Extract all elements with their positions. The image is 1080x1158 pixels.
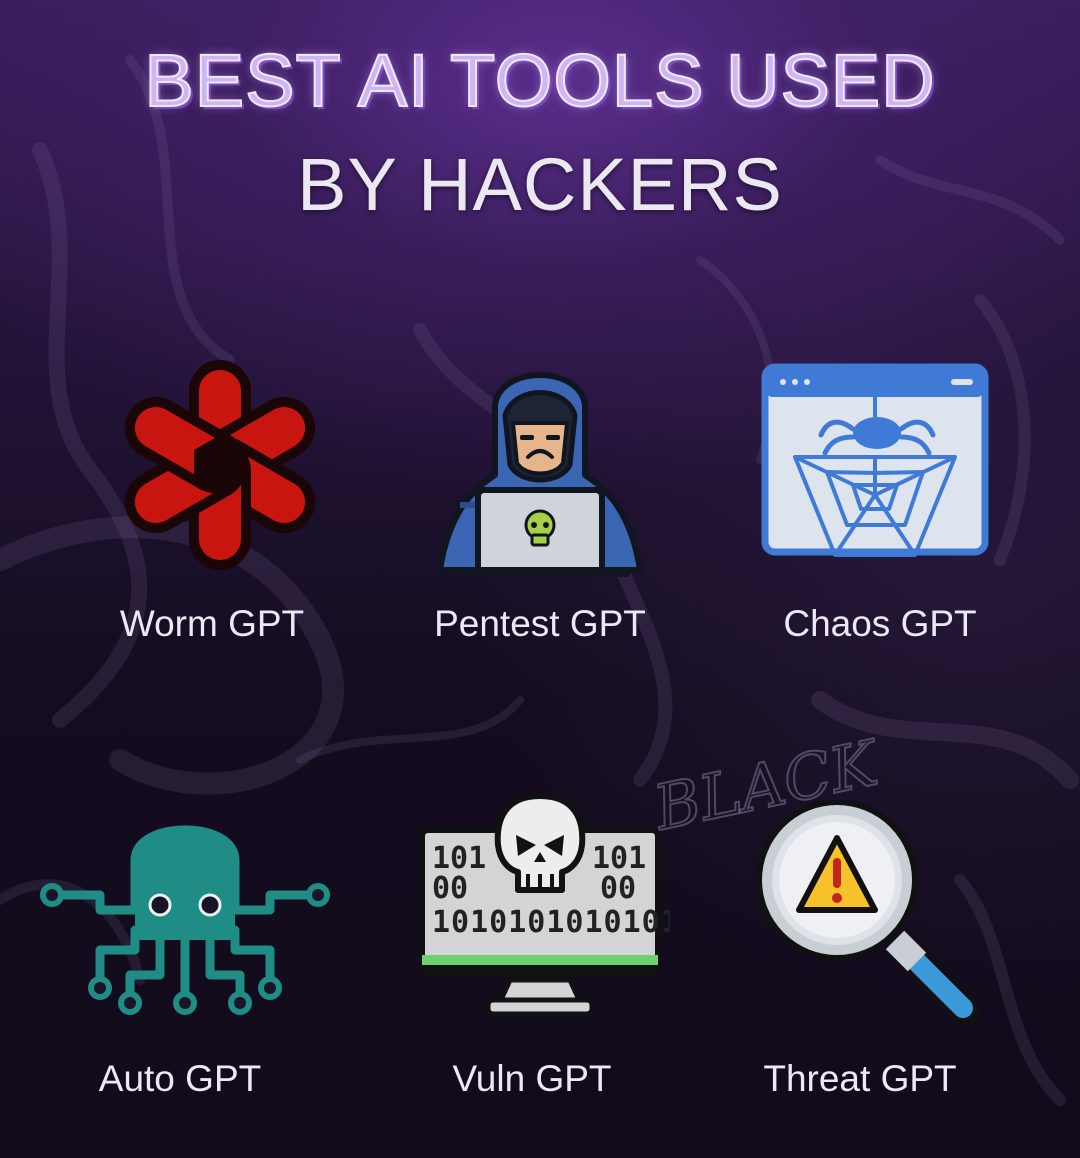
- tool-threat-gpt: Threat GPT: [710, 800, 1030, 1120]
- svg-text:1010101010101: 1010101010101: [432, 905, 670, 940]
- spider-web-browser-icon: [761, 363, 989, 557]
- tool-label-threat-gpt: Threat GPT: [763, 1058, 957, 1099]
- tool-label-chaos-gpt: Chaos GPT: [783, 603, 977, 644]
- circuit-octopus-icon: [40, 825, 330, 1015]
- tool-worm-gpt: Worm GPT: [70, 345, 370, 665]
- svg-text:00: 00: [432, 871, 468, 906]
- tool-pentest-gpt: Pentest GPT: [390, 345, 690, 665]
- tool-vuln-gpt: 101 00 101 00 1010101010101 Vuln GPT: [390, 790, 690, 1120]
- skull-binary-monitor-icon: 101 00 101 00 1010101010101: [419, 793, 670, 1017]
- tool-label-pentest-gpt: Pentest GPT: [434, 603, 646, 644]
- tool-chaos-gpt: Chaos GPT: [725, 345, 1025, 665]
- tool-label-auto-gpt: Auto GPT: [98, 1058, 262, 1099]
- warning-magnifier-icon: [756, 800, 980, 1025]
- tool-auto-gpt: Auto GPT: [40, 800, 340, 1120]
- svg-text:00: 00: [600, 871, 636, 906]
- tool-label-vuln-gpt: Vuln GPT: [452, 1058, 612, 1099]
- title-line-1: BEST AI TOOLS USED: [143, 38, 936, 123]
- openai-knot-icon: [124, 360, 316, 570]
- tool-label-worm-gpt: Worm GPT: [119, 603, 305, 644]
- hooded-hacker-laptop-icon: [437, 372, 643, 577]
- poster: BLACK BEST AI TOOLS USED BY HACKERS Worm…: [0, 0, 1080, 1158]
- title-line-2: BY HACKERS: [297, 143, 783, 226]
